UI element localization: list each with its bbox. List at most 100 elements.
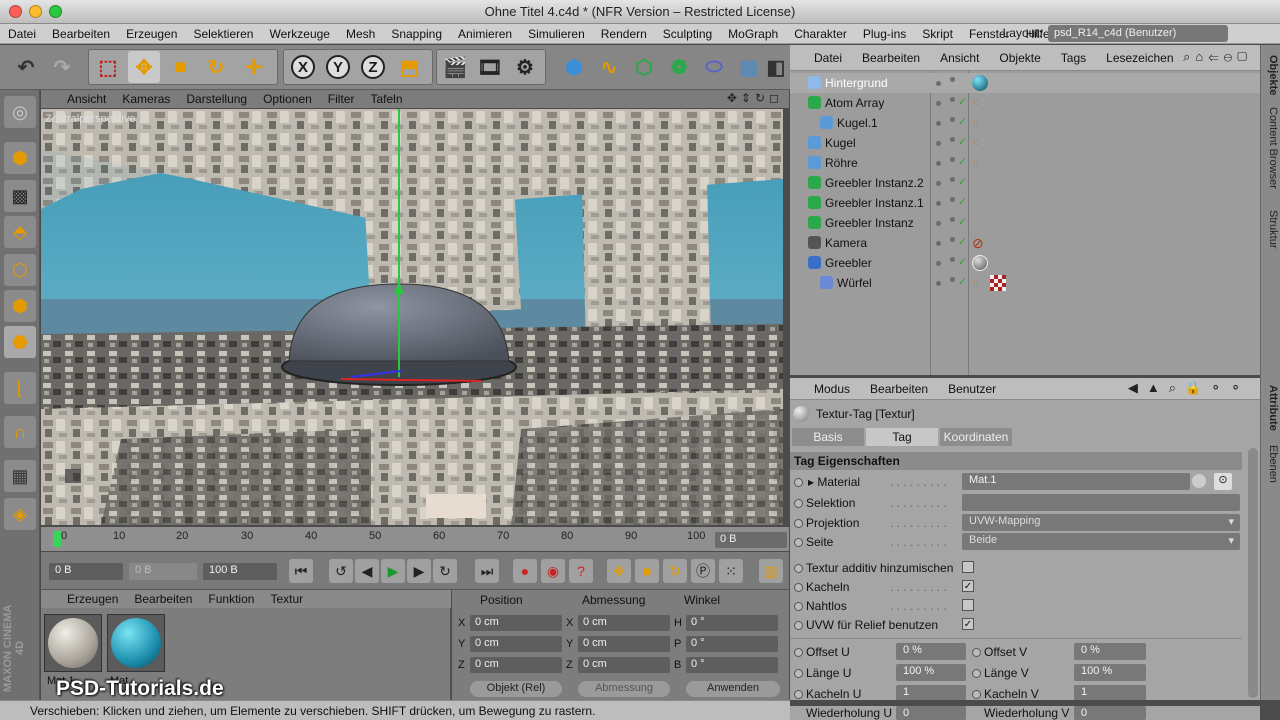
render-visibility-dot[interactable]	[950, 277, 955, 282]
enabled-check-icon[interactable]: ✓	[958, 135, 967, 148]
array-icon[interactable]: ❁	[663, 51, 695, 83]
undo-icon[interactable]: ↶	[10, 51, 42, 83]
seite-anim-radio[interactable]	[794, 538, 803, 547]
move-tool-icon[interactable]: ✥	[128, 51, 160, 83]
menu-datei[interactable]: Datei	[0, 27, 44, 41]
offset-v-field[interactable]: 0 %	[1074, 643, 1146, 660]
material-menu-funktion[interactable]: Funktion	[200, 592, 262, 606]
editor-visibility-dot[interactable]	[936, 281, 941, 286]
side-tab-content-browser[interactable]: Content Browser	[1263, 107, 1279, 189]
kacheln-u-anim-radio[interactable]	[794, 690, 803, 699]
object-row[interactable]: Greebler Instanz.2 ✓	[790, 173, 1260, 193]
material-link-field[interactable]: Mat.1	[962, 473, 1190, 490]
render-visibility-dot[interactable]	[950, 157, 955, 162]
position-z-field[interactable]: 0 cm	[470, 657, 562, 673]
menu-rendern[interactable]: Rendern	[593, 27, 655, 41]
selektion-field[interactable]	[962, 494, 1240, 511]
key-position-icon[interactable]: ✥	[607, 559, 631, 583]
texture-tag-icon[interactable]	[972, 255, 988, 271]
kacheln-v-field[interactable]: 1	[1074, 685, 1146, 700]
nahtlos-checkbox[interactable]	[962, 599, 974, 611]
x-axis-lock-button[interactable]: X	[287, 51, 319, 83]
object-row[interactable]: Kugel.1 ✓ ⁖	[790, 113, 1260, 133]
attribute-scrollbar[interactable]	[1248, 448, 1258, 698]
attribute-menu-bearbeiten[interactable]: Bearbeiten	[860, 382, 938, 396]
editor-visibility-dot[interactable]	[936, 161, 941, 166]
planar-workplane-icon[interactable]: ◈	[4, 498, 36, 530]
phong-tag-icon[interactable]: ⁖	[972, 155, 988, 171]
selektion-anim-radio[interactable]	[794, 499, 803, 508]
key-scale-icon[interactable]: ■	[635, 559, 659, 583]
texture-mode-icon[interactable]: ▩	[4, 180, 36, 212]
menu-skript[interactable]: Skript	[914, 27, 961, 41]
live-selection-icon[interactable]: ⬚	[92, 51, 124, 83]
position-y-field[interactable]: 0 cm	[470, 636, 562, 652]
side-tab-struktur[interactable]: Struktur	[1263, 210, 1279, 249]
material-preview-icon[interactable]	[1192, 474, 1206, 488]
previous-key-icon[interactable]: ↺	[329, 559, 353, 583]
attribute-menu-benutzer[interactable]: Benutzer	[938, 382, 1006, 396]
end-frame-field[interactable]: 100 B	[203, 563, 277, 580]
rotate-tool-icon[interactable]: ↻	[200, 51, 232, 83]
object-menu-tags[interactable]: Tags	[1051, 51, 1096, 65]
next-key-icon[interactable]: ↻	[433, 559, 457, 583]
rotation-p-field[interactable]: 0 °	[686, 636, 778, 652]
layout-select[interactable]: psd_R14_c4d (Benutzer)	[1048, 25, 1228, 42]
editor-visibility-dot[interactable]	[936, 141, 941, 146]
object-menu-lesezeichen[interactable]: Lesezeichen	[1096, 51, 1183, 65]
object-row[interactable]: Greebler Instanz ✓	[790, 213, 1260, 233]
playhead-marker[interactable]	[53, 531, 61, 547]
editor-visibility-dot[interactable]	[936, 241, 941, 246]
object-row[interactable]: Greebler Instanz.1 ✓	[790, 193, 1260, 213]
menu-mograph[interactable]: MoGraph	[720, 27, 786, 41]
checker-texture-tag-icon[interactable]	[990, 275, 1006, 291]
object-row[interactable]: Röhre ✓ ⁖	[790, 153, 1260, 173]
protection-tag-icon[interactable]: ⊘	[972, 235, 988, 251]
render-visibility-dot[interactable]	[950, 97, 955, 102]
make-editable-icon[interactable]: ◎	[4, 96, 36, 128]
size-mode-select[interactable]: Abmessung	[578, 681, 670, 697]
uvw-checkbox[interactable]: ✓	[962, 618, 974, 630]
menu-erzeugen[interactable]: Erzeugen	[118, 27, 185, 41]
menu-plugins[interactable]: Plug-ins	[855, 27, 914, 41]
menu-mesh[interactable]: Mesh	[338, 27, 383, 41]
render-visibility-dot[interactable]	[950, 117, 955, 122]
enabled-check-icon[interactable]: ✓	[958, 175, 967, 188]
attribute-nav-icons[interactable]: ◀▲⌕🔒⚬⚬	[1128, 380, 1250, 396]
tab-tag[interactable]: Tag	[866, 428, 938, 446]
render-visibility-dot[interactable]	[950, 197, 955, 202]
current-frame-field[interactable]: 0 B	[715, 532, 787, 548]
kacheln-checkbox[interactable]: ✓	[962, 580, 974, 592]
coordinate-mode-select[interactable]: Objekt (Rel)	[470, 681, 562, 697]
viewport-menu-darstellung[interactable]: Darstellung	[178, 92, 255, 106]
editor-visibility-dot[interactable]	[936, 201, 941, 206]
menu-werkzeuge[interactable]: Werkzeuge	[261, 27, 337, 41]
key-rotation-icon[interactable]: ↻	[663, 559, 687, 583]
axis-mode-icon[interactable]: ⌊	[4, 372, 36, 404]
object-row[interactable]: Hintergrund	[790, 73, 1260, 93]
tab-basis[interactable]: Basis	[792, 428, 864, 446]
side-tab-objekte[interactable]: Objekte	[1263, 55, 1279, 95]
record-keys-icon[interactable]: ●	[513, 559, 537, 583]
object-row[interactable]: Greebler ✓	[790, 253, 1260, 273]
z-axis-lock-button[interactable]: Z	[357, 51, 389, 83]
editor-visibility-dot[interactable]	[936, 221, 941, 226]
kacheln-anim-radio[interactable]	[794, 583, 803, 592]
seite-select[interactable]: Beide ▾	[962, 533, 1240, 550]
additiv-checkbox[interactable]	[962, 561, 974, 573]
render-view-icon[interactable]: 🎬	[439, 51, 471, 83]
texture-tag-icon[interactable]	[972, 75, 988, 91]
render-settings-icon[interactable]: ⚙	[509, 51, 541, 83]
tab-koordinaten[interactable]: Koordinaten	[940, 428, 1012, 446]
laenge-v-field[interactable]: 100 %	[1074, 664, 1146, 681]
lock-workplane-icon[interactable]: ▦	[4, 460, 36, 492]
object-manager-tools-icons[interactable]: ⌕⌂⇐⊖▢	[1183, 49, 1252, 65]
previous-frame-icon[interactable]: ◀	[355, 559, 379, 583]
editor-visibility-dot[interactable]	[936, 121, 941, 126]
redo-icon[interactable]: ↷	[46, 51, 78, 83]
keyframe-selection-icon[interactable]: ?	[569, 559, 593, 583]
attribute-menu-modus[interactable]: Modus	[804, 382, 860, 396]
expand-triangle-icon[interactable]: ▸	[808, 475, 817, 489]
start-frame-field[interactable]: 0 B	[49, 563, 123, 580]
viewport-menu-tafeln[interactable]: Tafeln	[362, 92, 410, 106]
